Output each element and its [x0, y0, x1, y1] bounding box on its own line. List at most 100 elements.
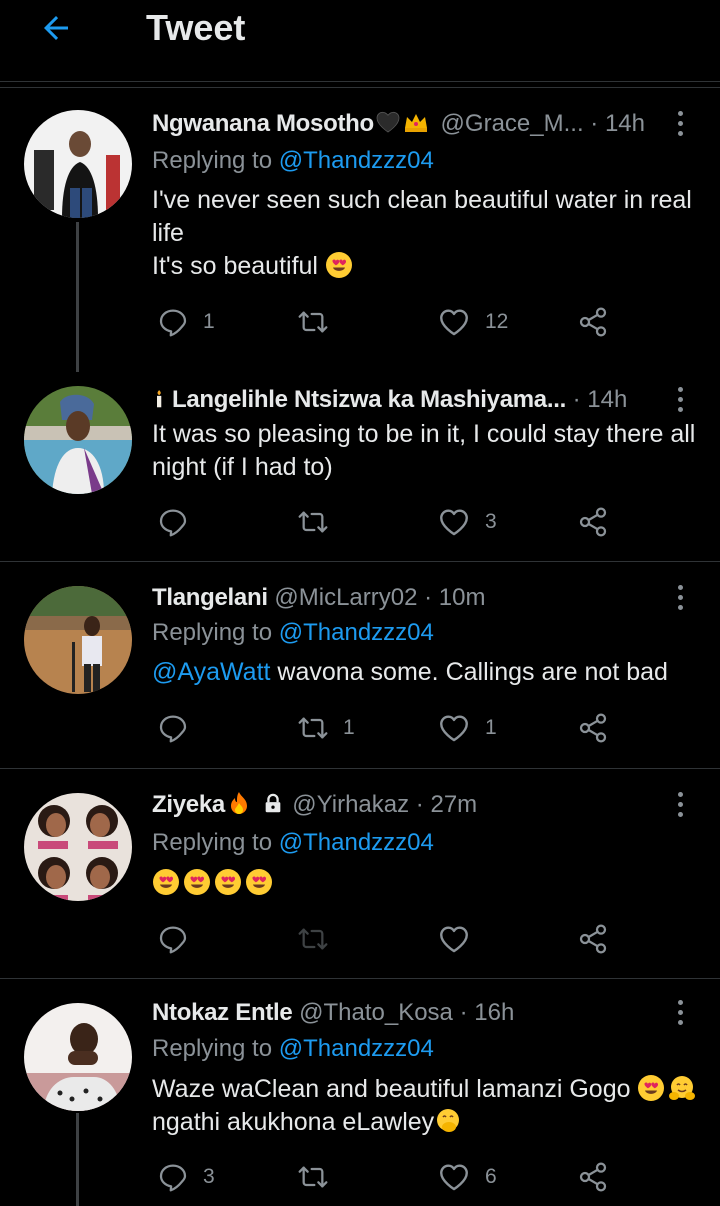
reply-button[interactable]: [157, 919, 203, 959]
dot-separator: ·: [424, 584, 433, 611]
dot-separator: ·: [459, 999, 468, 1026]
more-button[interactable]: [670, 997, 690, 1027]
retweet-button[interactable]: [297, 1157, 343, 1197]
author-name[interactable]: Langelihle Ntsizwa ka Mashiyama...: [172, 386, 566, 413]
more-icon: [677, 791, 683, 797]
thread-line: [76, 222, 79, 372]
replying-to-label: Replying to: [152, 829, 273, 856]
author-handle: @Thato_Kosa: [299, 999, 453, 1026]
tweet-3[interactable]: Tlangelani @MicLarry02 · 10m Replying to…: [0, 562, 720, 769]
tweet-4[interactable]: Ziyeka @Yirhakaz · 27m Replying to @Than…: [0, 769, 720, 979]
text-line: Waze waClean and beautiful lamanzi Gogo: [152, 1075, 631, 1103]
timestamp[interactable]: 10m: [439, 584, 486, 611]
author-name[interactable]: Ntokaz Entle: [152, 999, 293, 1026]
author-handle: @Yirhakaz: [292, 791, 410, 818]
replying-to-mention[interactable]: @Thandzzz04: [279, 829, 434, 856]
reply-icon: [157, 1161, 189, 1193]
share-button[interactable]: [577, 1157, 609, 1197]
share-icon: [577, 1161, 609, 1193]
tweet-header: Ntokaz Entle @Thato_Kosa · 16h: [152, 997, 670, 1029]
like-button[interactable]: 6: [437, 1157, 497, 1197]
share-button[interactable]: [577, 708, 609, 748]
page-title: Tweet: [146, 7, 246, 48]
retweet-button[interactable]: [297, 919, 343, 959]
retweet-button[interactable]: [297, 302, 343, 342]
dot-separator: ·: [415, 791, 424, 818]
top-bar: Tweet: [0, 0, 720, 82]
reply-button[interactable]: 3: [157, 1157, 215, 1197]
replying-to-mention[interactable]: @Thandzzz04: [279, 147, 434, 174]
heart-eyes-emoji: [214, 868, 242, 896]
more-button[interactable]: [670, 789, 690, 819]
timestamp[interactable]: 16h: [474, 999, 514, 1026]
more-icon: [677, 999, 683, 1005]
replying-to-mention[interactable]: @Thandzzz04: [279, 619, 434, 646]
text-line: wavona some. Callings are not bad: [270, 658, 668, 686]
heart-eyes-emoji: [637, 1074, 665, 1102]
like-button[interactable]: 1: [437, 708, 497, 748]
timestamp[interactable]: 14h: [587, 386, 627, 413]
reply-button[interactable]: [157, 708, 203, 748]
avatar[interactable]: [24, 1003, 132, 1111]
tweet-mention[interactable]: @AyaWatt: [152, 658, 270, 686]
text-line: I've never seen such clean beautiful wat…: [152, 186, 692, 214]
author-name[interactable]: Ziyeka: [152, 791, 225, 818]
like-button[interactable]: 3: [437, 502, 497, 542]
replying-to: Replying to @Thandzzz04: [152, 617, 434, 649]
avatar[interactable]: [24, 110, 132, 218]
timestamp[interactable]: 14h: [605, 110, 645, 137]
replying-to-label: Replying to: [152, 619, 273, 646]
reply-icon: [157, 306, 189, 338]
share-button[interactable]: [577, 919, 609, 959]
tweet-header: Langelihle Ntsizwa ka Mashiyama... · 14h: [152, 384, 670, 416]
retweet-button[interactable]: [297, 502, 343, 542]
more-button[interactable]: [670, 108, 690, 138]
tweet-1[interactable]: Ngwanana Mosotho @Grace_M... · 14h Reply…: [0, 88, 720, 372]
reply-icon: [157, 712, 189, 744]
dot-separator: ·: [572, 386, 581, 413]
like-icon: [437, 922, 471, 956]
tweet-header: Ngwanana Mosotho @Grace_M... · 14h: [152, 108, 670, 140]
tweet-5[interactable]: Ntokaz Entle @Thato_Kosa · 16h Replying …: [0, 979, 720, 1206]
back-button[interactable]: [36, 8, 76, 48]
text-line: life: [152, 219, 184, 247]
like-icon: [437, 305, 471, 339]
share-button[interactable]: [577, 502, 609, 542]
thread-line: [76, 1113, 79, 1206]
heart-eyes-emoji: [245, 868, 273, 896]
reply-button[interactable]: [157, 502, 203, 542]
text-line: night (if I had to): [152, 453, 333, 481]
text-line: ngathi akukhona eLawley: [152, 1108, 435, 1136]
share-icon: [577, 506, 609, 538]
replying-to-mention[interactable]: @Thandzzz04: [279, 1035, 434, 1062]
share-icon: [577, 712, 609, 744]
replying-to: Replying to @Thandzzz04: [152, 827, 434, 859]
reply-count: 1: [203, 310, 215, 333]
like-icon: [437, 505, 471, 539]
replying-to-label: Replying to: [152, 147, 273, 174]
like-button[interactable]: [437, 919, 485, 959]
dot-separator: ·: [590, 110, 599, 137]
more-button[interactable]: [670, 384, 690, 414]
share-icon: [577, 923, 609, 955]
more-button[interactable]: [670, 582, 690, 612]
reply-icon: [157, 506, 189, 538]
avatar[interactable]: [24, 793, 132, 901]
reply-button[interactable]: 1: [157, 302, 215, 342]
more-icon: [677, 110, 683, 116]
retweet-button[interactable]: 1: [297, 708, 355, 748]
author-name[interactable]: Ngwanana Mosotho: [152, 110, 374, 137]
share-button[interactable]: [577, 302, 609, 342]
avatar[interactable]: [24, 586, 132, 694]
like-button[interactable]: 12: [437, 302, 508, 342]
retweet-icon: [297, 923, 329, 955]
candle-emoji: [157, 390, 162, 408]
timestamp[interactable]: 27m: [430, 791, 477, 818]
author-name[interactable]: Tlangelani: [152, 584, 268, 611]
avatar[interactable]: [24, 386, 132, 494]
reply-count: 3: [203, 1165, 215, 1188]
tweet-2[interactable]: Langelihle Ntsizwa ka Mashiyama... · 14h…: [0, 360, 720, 562]
back-arrow-icon: [44, 16, 68, 40]
more-icon: [677, 584, 683, 590]
heart-eyes-emoji: [183, 868, 211, 896]
